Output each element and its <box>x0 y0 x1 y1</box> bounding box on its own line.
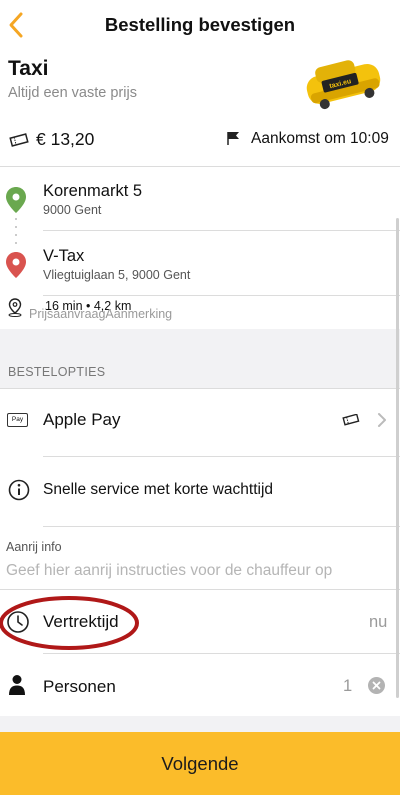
scrollbar[interactable] <box>396 218 399 698</box>
price-value: € 13,20 <box>36 129 95 149</box>
page-title: Bestelling bevestigen <box>104 14 296 35</box>
ticket-icon <box>342 414 360 426</box>
arrival-time: Aankomst om 10:09 <box>251 130 389 147</box>
service-name: Taxi <box>8 57 49 80</box>
route-connector-dot <box>15 218 17 220</box>
persons-label[interactable]: Personen <box>43 677 116 697</box>
person-icon <box>9 675 25 695</box>
route-connector-dot <box>15 226 17 228</box>
annotation-ellipse <box>0 596 139 650</box>
route-pin-icon <box>8 298 22 317</box>
pickup-pin-icon <box>6 187 26 213</box>
divider <box>0 589 400 590</box>
service-subtitle: Altijd een vaste prijs <box>8 85 137 101</box>
dropoff-address: Vliegtuiglaan 5, 9000 Gent <box>43 268 191 282</box>
section-header <box>0 329 400 388</box>
ticket-icon <box>9 133 29 147</box>
flag-icon <box>227 132 239 145</box>
divider <box>43 653 400 654</box>
pickup-address: 9000 Gent <box>43 203 102 217</box>
driver-info-label: Aanrij info <box>6 540 62 554</box>
divider <box>43 456 400 457</box>
chevron-right-icon[interactable] <box>376 411 388 429</box>
dropoff-pin-icon <box>6 252 26 278</box>
info-icon <box>8 479 30 501</box>
driver-info-input[interactable] <box>6 560 386 582</box>
next-button[interactable]: Volgende <box>0 732 400 795</box>
footer-spacer <box>0 716 400 732</box>
route-meta-row: 16 min • 4,2 km PrijsaanvraagAanmerking <box>0 296 400 329</box>
navigation-bar: Bestelling bevestigen <box>0 0 400 52</box>
divider <box>0 166 400 167</box>
service-info-text: Snelle service met korte wachttijd <box>43 481 274 498</box>
price-row: € 13,20 Aankomst om 10:09 <box>0 118 400 166</box>
apple-pay-icon: Pay <box>7 413 28 427</box>
divider <box>43 526 400 527</box>
persons-count[interactable]: 1 <box>343 677 352 696</box>
payment-method-label[interactable]: Apple Pay <box>43 410 121 430</box>
dropoff-name[interactable]: V-Tax <box>43 247 84 266</box>
route-connector-dot <box>15 242 17 244</box>
departure-time-value[interactable]: nu <box>369 613 387 632</box>
pickup-name[interactable]: Korenmarkt 5 <box>43 182 142 201</box>
route-connector-dot <box>15 234 17 236</box>
section-label: BESTELOPTIES <box>8 365 106 379</box>
overlay-label: PrijsaanvraagAanmerking <box>29 307 173 321</box>
divider <box>0 388 400 389</box>
divider <box>43 230 400 231</box>
clear-icon[interactable] <box>368 677 385 694</box>
taxi-car-image: taxi.eu <box>306 60 381 110</box>
